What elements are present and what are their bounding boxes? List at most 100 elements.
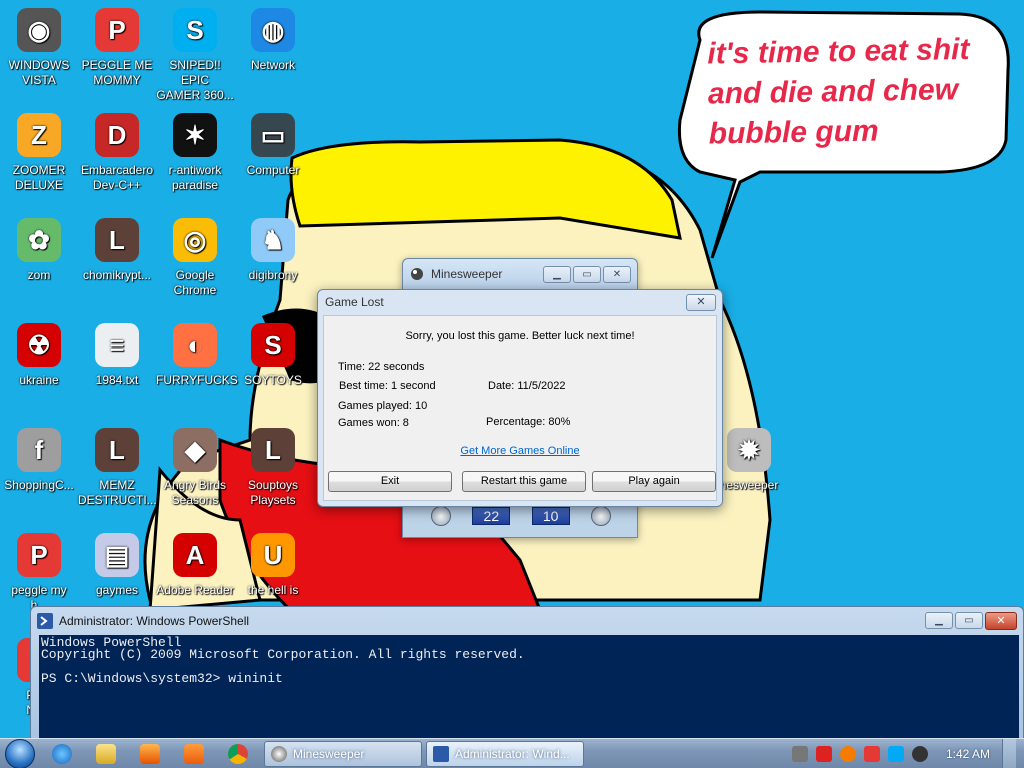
quicklaunch-explorer[interactable] — [84, 739, 128, 768]
desktop-icon[interactable]: Uthe hell is — [234, 531, 312, 598]
desktop-icon-label: ZOOMER DELUXE — [12, 163, 66, 192]
start-button[interactable] — [0, 738, 40, 768]
desktop-icon-label: Angry Birds Seasons — [163, 478, 227, 507]
maximize-button[interactable]: ▭ — [955, 612, 983, 629]
games-played-stat: Games played: 10 — [338, 400, 428, 412]
powershell-icon — [37, 612, 53, 629]
taskbar-item-label: Administrator: Wind... — [455, 746, 570, 761]
desktop-icon[interactable]: ▤ gaymes — [78, 531, 156, 598]
bubble-line: it's time to eat shit — [707, 32, 970, 71]
clock[interactable]: 1:42 AM — [946, 747, 990, 761]
desktop-icon[interactable]: P PEGGLE ME MOMMY — [78, 6, 156, 88]
desktop-icon-label: MEMZ DESTRUCTI... — [78, 478, 157, 507]
desktop-icon[interactable]: Z ZOOMER DELUXE — [0, 111, 78, 193]
date-stat: Date: 11/5/2022 — [488, 380, 566, 392]
desktop-icon[interactable]: ✿ zom — [0, 216, 78, 283]
desktop-icon[interactable]: ☢ ukraine — [0, 321, 78, 388]
flag-icon[interactable] — [863, 746, 880, 762]
system-tray: 1:42 AM — [784, 739, 1024, 768]
desktop-icon[interactable]: Lchomikrypt... — [78, 216, 156, 283]
quicklaunch-media-player[interactable] — [128, 739, 172, 768]
desktop-icon[interactable]: L MEMZ DESTRUCTI... — [78, 426, 157, 508]
minimize-button[interactable]: ▁ — [925, 612, 953, 629]
taskbar-item-powershell[interactable]: Administrator: Wind... — [426, 740, 584, 767]
desktop-icon[interactable]: ≡ 1984.txt — [78, 321, 156, 388]
desktop-icon[interactable]: ▭ Computer — [234, 111, 312, 178]
network-icon: ◍ — [249, 6, 297, 54]
desktop-icon[interactable]: D Embarcadero Dev-C++ — [78, 111, 156, 193]
tray-search-icon[interactable] — [839, 746, 856, 762]
quicklaunch-chrome[interactable] — [216, 739, 260, 768]
get-more-games-link[interactable]: Get More Games Online — [324, 445, 716, 457]
powershell-titlebar[interactable]: Administrator: Windows PowerShell ▁ ▭ ✕ — [31, 607, 1023, 634]
dialog-body: Sorry, you lost this game. Better luck n… — [323, 315, 717, 501]
desktop-icon[interactable]: S SOYTOYS — [234, 321, 312, 388]
desktop-icon-label: FURRYFUCKS — [156, 373, 238, 387]
exit-button[interactable]: Exit — [328, 471, 452, 492]
game-lost-dialog[interactable]: Game Lost ✕ Sorry, you lost this game. B… — [317, 289, 723, 507]
minesweeper-titlebar[interactable]: Minesweeper ▁ ▭ ✕ — [403, 259, 637, 289]
mine-icon — [590, 506, 611, 526]
close-button[interactable]: ✕ — [686, 293, 716, 311]
desktop-icon-label: Google Chrome — [173, 268, 217, 297]
play-again-button[interactable]: Play again — [592, 471, 716, 492]
desktop-icon-label: Souptoys Playsets — [247, 478, 299, 507]
desktop-icon[interactable]: Ppeggle my h... — [0, 531, 78, 613]
text-file-icon: ≡ — [93, 321, 141, 369]
powershell-icon — [433, 745, 449, 762]
restart-game-button[interactable]: Restart this game — [462, 471, 586, 492]
clock-icon — [431, 506, 451, 526]
chrome-icon — [228, 743, 248, 764]
window-title: Administrator: Windows PowerShell — [59, 613, 250, 628]
desktop-icon-label: ShoppingC... — [4, 478, 74, 492]
network-icon[interactable] — [887, 746, 904, 762]
angry-birds-icon: ◆ — [171, 426, 219, 474]
console-output[interactable]: Windows PowerShell Copyright (C) 2009 Mi… — [39, 635, 1019, 739]
flower-icon: ✿ — [15, 216, 63, 264]
quicklaunch-ie[interactable] — [40, 739, 84, 768]
volume-icon[interactable] — [911, 746, 928, 762]
dialog-titlebar[interactable]: Game Lost ✕ — [318, 290, 722, 314]
windows-vista-icon: ◉ — [15, 6, 63, 54]
result-message: Sorry, you lost this game. Better luck n… — [405, 330, 635, 342]
desktop-icon[interactable]: f ShoppingC... — [0, 426, 78, 493]
mine-counter: 10 — [531, 507, 570, 525]
minimize-button[interactable]: ▁ — [543, 265, 571, 283]
desktop-icon[interactable]: L Souptoys Playsets — [234, 426, 312, 508]
quicklaunch-uc-browser[interactable] — [172, 739, 216, 768]
shortcut-l-icon: L — [93, 426, 141, 474]
desktop-icon-label: ukraine — [19, 373, 59, 387]
taskbar-item-label: Minesweeper — [293, 746, 365, 761]
window-title: Minesweeper — [431, 267, 503, 281]
minesweeper-icon: ✹ — [725, 426, 773, 474]
desktop-icon[interactable]: ♞ digibrony — [234, 216, 312, 283]
maximize-button[interactable]: ▭ — [573, 265, 601, 283]
time-counter: 22 — [472, 507, 511, 525]
desktop-icon[interactable]: ◍ Network — [234, 6, 312, 73]
minesweeper-icon — [271, 745, 287, 762]
desktop-icon-label: zom — [27, 268, 51, 282]
close-button[interactable]: ✕ — [985, 611, 1017, 630]
chrome-icon: ◎ — [171, 216, 219, 264]
tray-antivirus-icon[interactable] — [815, 746, 832, 762]
taskbar-item-minesweeper[interactable]: Minesweeper — [264, 740, 422, 767]
bubble-line: and die and chew — [707, 73, 959, 111]
flash-icon: f — [15, 426, 63, 474]
desktop-icon-label: WINDOWS VISTA — [8, 58, 70, 87]
zoomer-icon: Z — [15, 111, 63, 159]
desktop-icon[interactable]: A Adobe Reader — [156, 531, 234, 598]
radiation-icon: ☢ — [15, 321, 63, 369]
tray-app-icon[interactable] — [791, 746, 808, 762]
desktop-icon[interactable]: ◎ Google Chrome — [156, 216, 234, 298]
desktop-icon[interactable]: S SNIPED!! EPIC GAMER 360... — [156, 6, 234, 103]
desktop-icon[interactable]: ◉ WINDOWS VISTA — [0, 6, 78, 88]
desktop-icon-label: gaymes — [95, 583, 139, 597]
desktop-icon-label: Embarcadero Dev-C++ — [80, 163, 154, 192]
desktop-icon[interactable]: ✶ r-antiwork paradise — [156, 111, 234, 193]
powershell-window[interactable]: Administrator: Windows PowerShell ▁ ▭ ✕ … — [30, 606, 1024, 740]
soytoys-icon: S — [249, 321, 297, 369]
desktop-icon[interactable]: ◐ FURRYFUCKS — [156, 321, 238, 388]
show-desktop-button[interactable] — [1002, 739, 1016, 768]
desktop-icon[interactable]: ◆ Angry Birds Seasons — [156, 426, 234, 508]
close-button[interactable]: ✕ — [603, 265, 631, 283]
